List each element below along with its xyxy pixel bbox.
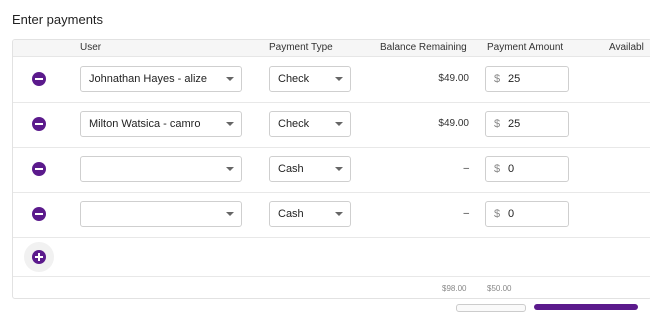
plus-circle-icon[interactable] (32, 250, 46, 264)
primary-button[interactable] (534, 304, 638, 310)
col-user: User (80, 42, 102, 53)
payment-amount-value: 25 (508, 118, 521, 130)
col-balance-remaining: Balance Remaining (380, 42, 467, 53)
total-amount: $50.00 (487, 284, 512, 293)
secondary-button[interactable] (456, 304, 526, 312)
user-select-value: Milton Watsica - camro (89, 118, 201, 130)
totals-divider (13, 276, 650, 277)
chevron-down-icon (335, 212, 343, 216)
chevron-down-icon (335, 167, 343, 171)
balance-remaining: $49.00 (438, 73, 469, 84)
table-row: Cash – $ 0 (13, 192, 650, 238)
col-available: Availabl (609, 42, 644, 53)
total-balance: $98.00 (442, 284, 467, 293)
payment-amount-value: 0 (508, 208, 515, 220)
payment-amount-input[interactable]: $ 0 (485, 156, 569, 182)
col-payment-amount: Payment Amount (487, 42, 564, 53)
payment-type-value: Check (278, 73, 310, 85)
payment-type-select[interactable]: Check (269, 66, 351, 92)
table-row: Johnathan Hayes - alize Check $49.00 $ 2… (13, 57, 650, 103)
payment-amount-input[interactable]: $ 25 (485, 111, 569, 137)
user-select[interactable]: Johnathan Hayes - alize (80, 66, 242, 92)
balance-remaining: $49.00 (438, 118, 469, 129)
payment-type-select[interactable]: Cash (269, 201, 351, 227)
payment-amount-input[interactable]: $ 0 (485, 201, 569, 227)
chevron-down-icon (226, 77, 234, 81)
payments-table: User Payment Type Balance Remaining Paym… (12, 39, 650, 299)
payment-amount-input[interactable]: $ 25 (485, 66, 569, 92)
chevron-down-icon (226, 167, 234, 171)
payment-type-value: Cash (278, 163, 304, 175)
remove-row-icon[interactable] (32, 207, 46, 221)
chevron-down-icon (226, 212, 234, 216)
page-title: Enter payments (12, 12, 104, 27)
table-row: Cash – $ 0 (13, 147, 650, 193)
payment-amount-value: 0 (508, 163, 515, 175)
user-select[interactable] (80, 201, 242, 227)
currency-symbol: $ (494, 73, 501, 85)
payment-type-value: Check (278, 118, 310, 130)
table-row: Milton Watsica - camro Check $49.00 $ 25 (13, 102, 650, 148)
balance-remaining: – (463, 163, 469, 174)
currency-symbol: $ (494, 163, 501, 175)
chevron-down-icon (335, 122, 343, 126)
user-select[interactable] (80, 156, 242, 182)
user-select[interactable]: Milton Watsica - camro (80, 111, 242, 137)
payment-type-select[interactable]: Cash (269, 156, 351, 182)
chevron-down-icon (335, 77, 343, 81)
chevron-down-icon (226, 122, 234, 126)
currency-symbol: $ (494, 208, 501, 220)
remove-row-icon[interactable] (32, 117, 46, 131)
user-select-value: Johnathan Hayes - alize (89, 73, 208, 85)
payment-type-select[interactable]: Check (269, 111, 351, 137)
currency-symbol: $ (494, 118, 501, 130)
table-header: User Payment Type Balance Remaining Paym… (13, 40, 650, 57)
add-row-button[interactable] (24, 242, 54, 272)
payment-type-value: Cash (278, 208, 304, 220)
remove-row-icon[interactable] (32, 162, 46, 176)
col-payment-type: Payment Type (269, 42, 333, 53)
remove-row-icon[interactable] (32, 72, 46, 86)
payment-amount-value: 25 (508, 73, 521, 85)
balance-remaining: – (463, 208, 469, 219)
